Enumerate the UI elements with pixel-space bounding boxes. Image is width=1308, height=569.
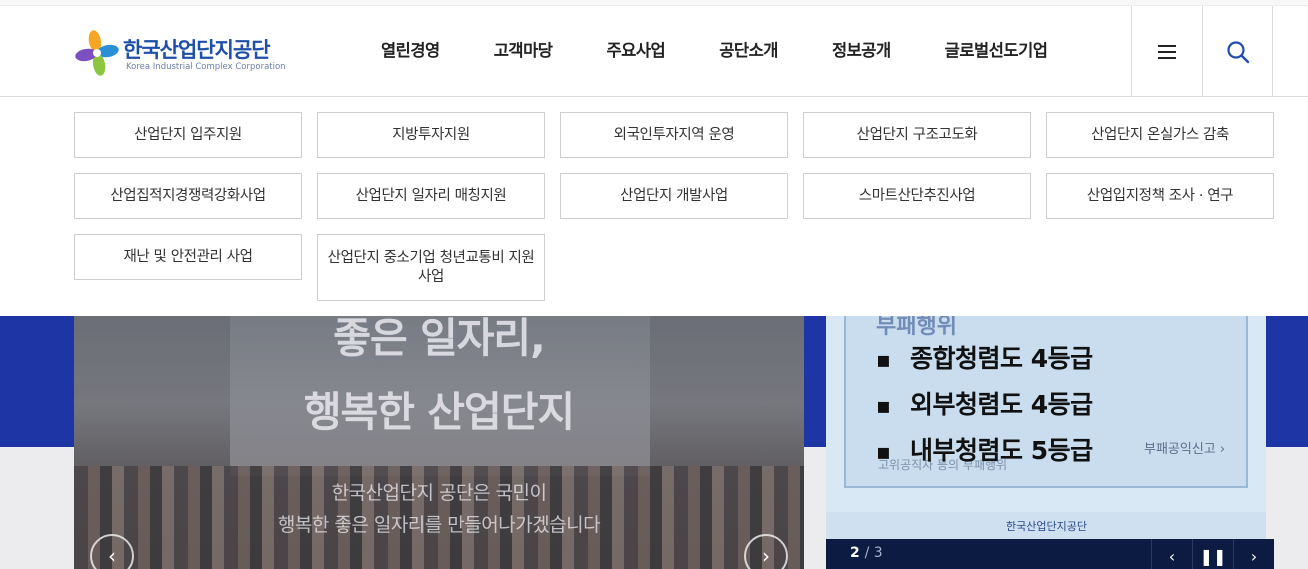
integrity-rating-item: 외부청렴도 4등급 bbox=[876, 382, 1093, 428]
chevron-left-icon: ‹ bbox=[108, 544, 116, 568]
submenu-item[interactable]: 산업단지 일자리 매칭지원 bbox=[317, 173, 545, 219]
banner-next-button[interactable]: › bbox=[1233, 539, 1274, 569]
logo-name-english: Korea Industrial Complex Corporation bbox=[126, 62, 286, 72]
main-business-submenu: 산업단지 입주지원 지방투자지원 외국인투자지역 운영 산업단지 구조고도화 산… bbox=[0, 97, 1308, 316]
submenu-item[interactable]: 산업단지 구조고도화 bbox=[803, 112, 1031, 158]
banner-report-link: 부패공익신고 › bbox=[1144, 442, 1226, 457]
submenu-item[interactable]: 산업입지정책 조사 · 연구 bbox=[1046, 173, 1274, 219]
site-logo[interactable]: 한국산업단지공단 Korea Industrial Complex Corpor… bbox=[74, 30, 294, 76]
hero-subtitle-line-2: 행복한 좋은 일자리를 만들어나가겠습니다 bbox=[277, 514, 601, 536]
chevron-right-icon: › bbox=[1250, 547, 1258, 566]
chevron-right-icon: › bbox=[762, 544, 770, 568]
nav-customer-plaza[interactable]: 고객마당 bbox=[467, 6, 580, 97]
banner-pause-button[interactable]: ❚❚ bbox=[1192, 539, 1233, 569]
submenu-item[interactable]: 산업집적지경쟁력강화사업 bbox=[74, 173, 302, 219]
integrity-rating-item: 종합청렴도 4등급 bbox=[876, 336, 1093, 382]
banner-controls: 2 / 3 ‹ ❚❚ › bbox=[826, 539, 1274, 569]
banner-page-counter: 2 / 3 bbox=[850, 545, 883, 561]
submenu-item[interactable]: 산업단지 입주지원 bbox=[74, 112, 302, 158]
all-menu-button[interactable] bbox=[1131, 6, 1202, 97]
banner-current-page: 2 bbox=[850, 545, 860, 561]
kicox-logo-icon bbox=[75, 30, 119, 76]
banner-prev-button[interactable]: ‹ bbox=[1151, 539, 1192, 569]
site-header: 한국산업단지공단 Korea Industrial Complex Corpor… bbox=[0, 6, 1308, 97]
main-visual-slide: 좋은 일자리, 행복한 산업단지 한국산업단지 공단은 국민이 행복한 좋은 일… bbox=[74, 316, 804, 569]
nav-about-corporation[interactable]: 공단소개 bbox=[692, 6, 805, 97]
submenu-item[interactable]: 재난 및 안전관리 사업 bbox=[74, 234, 302, 280]
search-button[interactable] bbox=[1202, 6, 1273, 97]
search-icon bbox=[1226, 40, 1249, 63]
banner-logo-text: 한국산업단지공단 bbox=[1006, 520, 1087, 533]
submenu-item[interactable]: 외국인투자지역 운영 bbox=[560, 112, 788, 158]
integrity-rating-list: 종합청렴도 4등급 외부청렴도 4등급 내부청렴도 5등급 bbox=[876, 336, 1093, 474]
submenu-item[interactable]: 산업단지 온실가스 감축 bbox=[1046, 112, 1274, 158]
integrity-rating-item: 내부청렴도 5등급 bbox=[876, 428, 1093, 474]
submenu-item[interactable]: 지방투자지원 bbox=[317, 112, 545, 158]
submenu-item[interactable]: 산업단지 중소기업 청년교통비 지원 사업 bbox=[317, 234, 545, 301]
main-navigation: 열린경영 고객마당 주요사업 공단소개 정보공개 글로벌선도기업 bbox=[354, 6, 1074, 97]
banner-total-pages: / 3 bbox=[864, 545, 883, 561]
banner-footer: 한국산업단지공단 bbox=[826, 512, 1266, 539]
logo-name-korean: 한국산업단지공단 bbox=[123, 38, 271, 62]
hero-title-line-2: 행복한 산업단지 bbox=[303, 388, 575, 436]
pause-icon: ❚❚ bbox=[1199, 547, 1227, 566]
nav-main-business[interactable]: 주요사업 bbox=[579, 6, 692, 97]
hamburger-menu-icon bbox=[1158, 44, 1176, 59]
integrity-banner[interactable]: 부패행위 부패공익신고 › 고위공직자 등의 부패행위 종합청렴도 4등급 외부… bbox=[826, 316, 1266, 512]
submenu-item[interactable]: 산업단지 개발사업 bbox=[560, 173, 788, 219]
nav-information-disclosure[interactable]: 정보공개 bbox=[805, 6, 918, 97]
nav-global-leading-company[interactable]: 글로벌선도기업 bbox=[918, 6, 1075, 97]
hero-subtitle-line-1: 한국산업단지 공단은 국민이 bbox=[331, 482, 547, 504]
hero-section: 좋은 일자리, 행복한 산업단지 한국산업단지 공단은 국민이 행복한 좋은 일… bbox=[0, 316, 1308, 569]
chevron-left-icon: ‹ bbox=[1168, 547, 1176, 566]
nav-open-management[interactable]: 열린경영 bbox=[354, 6, 467, 97]
hero-title-line-1: 좋은 일자리, bbox=[333, 316, 545, 362]
submenu-item[interactable]: 스마트산단추진사업 bbox=[803, 173, 1031, 219]
